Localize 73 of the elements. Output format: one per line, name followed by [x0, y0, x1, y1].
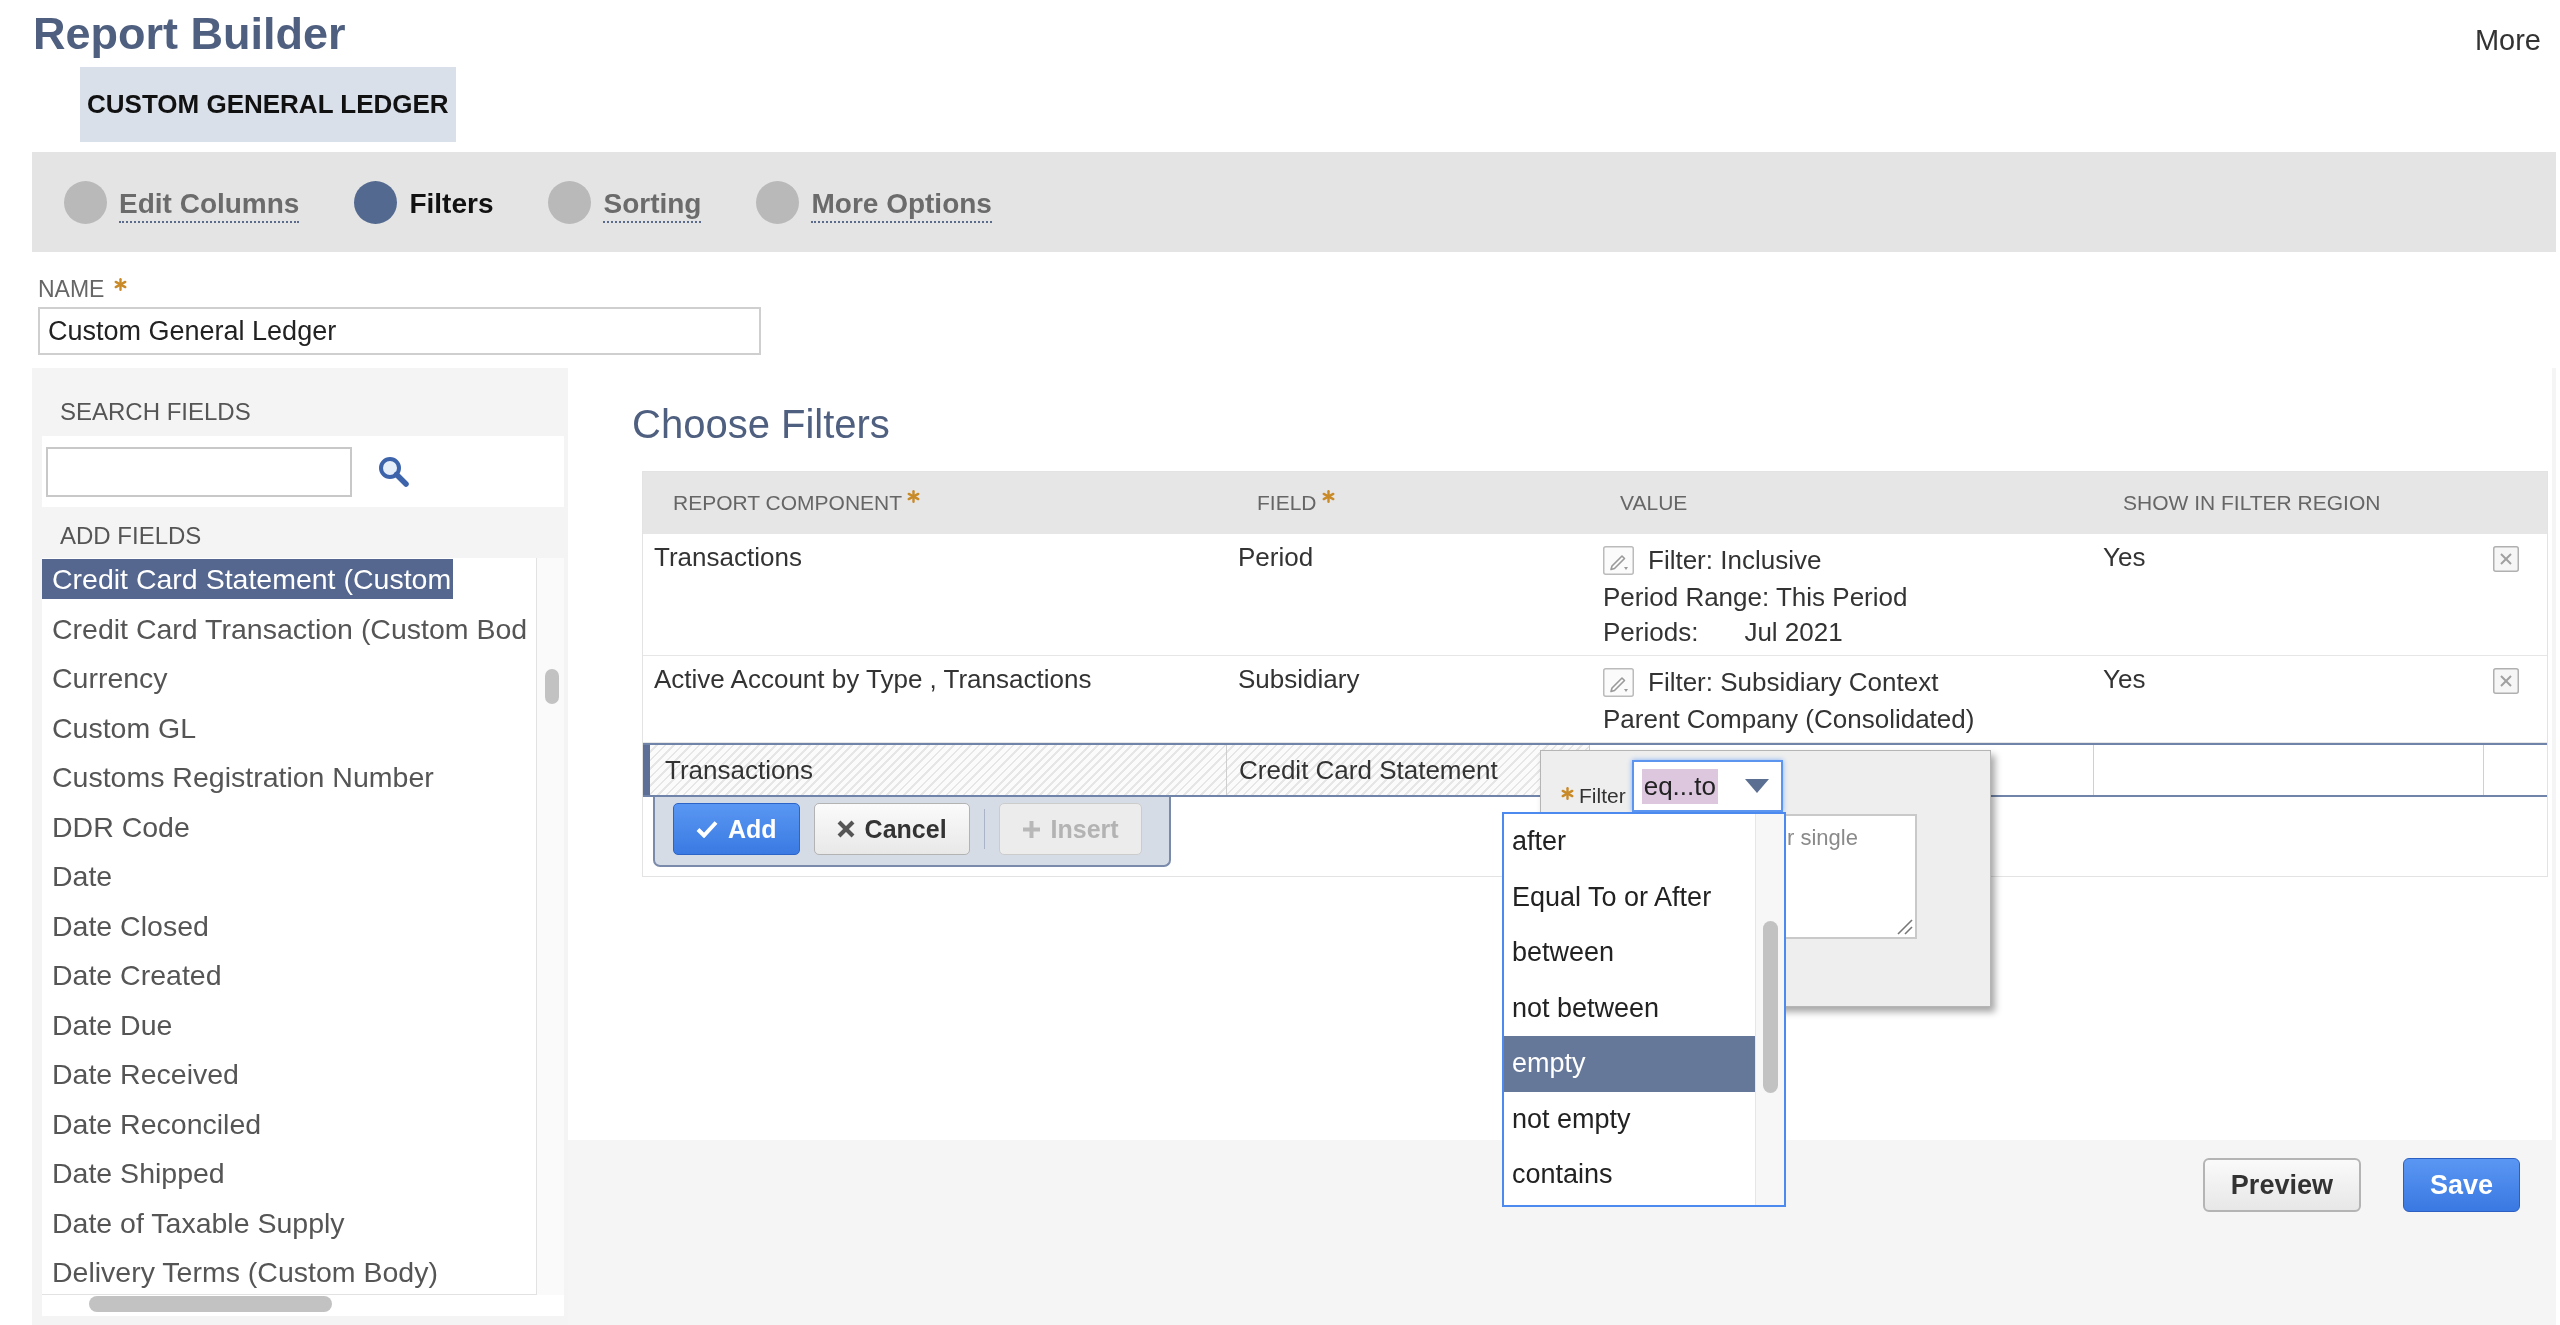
- scrollbar-thumb[interactable]: [89, 1296, 332, 1312]
- filter-value-text: Periods:: [1603, 616, 1699, 649]
- field-list-item[interactable]: DDR Code: [42, 806, 192, 847]
- step-dot-icon: [64, 180, 107, 224]
- field-list-item[interactable]: Date Received: [42, 1054, 241, 1094]
- step-dot-icon: [354, 180, 398, 224]
- cancel-button[interactable]: Cancel: [813, 803, 970, 855]
- dropdown-option[interactable]: not empty: [1504, 1091, 1755, 1147]
- section-label: ADD FIELDS: [59, 521, 202, 551]
- section-title: Choose Filters: [632, 401, 890, 448]
- field-list-item[interactable]: Currency: [42, 658, 170, 698]
- field-list-item[interactable]: Date Due: [42, 1004, 175, 1045]
- field-list-item[interactable]: Date Closed: [42, 905, 211, 946]
- record-name-header: CUSTOM GENERAL LEDGER: [80, 67, 456, 142]
- x-icon: [836, 820, 855, 838]
- dropdown-option[interactable]: Equal To or After: [1504, 869, 1755, 925]
- dropdown-option[interactable]: after: [1504, 814, 1755, 870]
- field-list-item[interactable]: Date Shipped: [42, 1153, 227, 1193]
- step-tab[interactable]: Edit Columns: [64, 180, 300, 224]
- plus-icon: [1021, 819, 1041, 839]
- scrollbar-thumb[interactable]: [545, 669, 560, 704]
- table-cell-text: Active Account by Type , Transactions: [653, 663, 1093, 696]
- name-input[interactable]: Custom General Ledger: [38, 307, 761, 355]
- table-cell-text: Period: [1237, 541, 1315, 574]
- edit-pencil-icon[interactable]: [1603, 667, 1634, 697]
- caret-down-icon: [1744, 779, 1769, 793]
- search-icon[interactable]: [378, 456, 409, 487]
- table-cell-text: Subsidiary: [1237, 663, 1361, 696]
- table-cell-text: Transactions: [653, 541, 803, 574]
- step-tab[interactable]: Filters: [354, 180, 494, 224]
- field-list-item[interactable]: Customs Registration Number: [42, 757, 436, 797]
- field-list-item[interactable]: Date of Taxable Supply: [42, 1202, 347, 1243]
- filter-value-text: Filter: Subsidiary Context: [1648, 665, 1939, 699]
- column-header: SHOW IN FILTER REGION: [2123, 490, 2381, 516]
- table-cell[interactable]: Transactions: [650, 745, 1227, 795]
- delete-icon[interactable]: [2493, 668, 2519, 694]
- scrollbar-thumb[interactable]: [1763, 921, 1778, 1093]
- filter-value-text: Period Range: This Period: [1603, 581, 1908, 614]
- dropdown-option[interactable]: contains: [1504, 1147, 1755, 1203]
- table-cell-text: Yes: [2102, 663, 2147, 696]
- dropdown-option[interactable]: between: [1504, 925, 1755, 981]
- field-label: NAME: [38, 275, 105, 304]
- field-list-item[interactable]: Date Created: [42, 955, 224, 995]
- delete-icon[interactable]: [2493, 546, 2519, 572]
- resize-grip-icon[interactable]: [1897, 919, 1913, 935]
- field-list-item[interactable]: Date Reconciled: [42, 1103, 264, 1144]
- operator-select[interactable]: eq...to: [1631, 760, 1783, 812]
- field-list-item[interactable]: Credit Card Statement (Custom: [42, 559, 454, 599]
- field-list-item[interactable]: Custom GL: [42, 707, 199, 748]
- column-header: REPORT COMPONENT: [673, 490, 903, 516]
- table-cell-text: Yes: [2102, 541, 2147, 574]
- field-list-item[interactable]: Date: [42, 856, 115, 896]
- filter-value-text: Parent Company (Consolidated): [1603, 703, 1975, 736]
- filter-value-text: Filter: Inclusive: [1648, 543, 1822, 577]
- field-list-item[interactable]: Credit Card Transaction (Custom Bod: [42, 608, 530, 649]
- edit-pencil-icon[interactable]: [1603, 545, 1634, 575]
- column-header: FIELD: [1257, 490, 1317, 516]
- section-label: SEARCH FIELDS: [59, 397, 251, 427]
- dropdown-option[interactable]: empty: [1504, 1036, 1755, 1092]
- more-menu-link[interactable]: More: [2474, 20, 2541, 60]
- primary-button[interactable]: Save: [2402, 1158, 2520, 1212]
- add-button[interactable]: Add: [673, 803, 800, 855]
- field-list-item[interactable]: Delivery Terms (Custom Body): [42, 1252, 440, 1292]
- search-input[interactable]: [46, 446, 352, 497]
- check-icon: [696, 820, 718, 838]
- step-tab[interactable]: Sorting: [548, 180, 702, 224]
- column-header: VALUE: [1620, 490, 1688, 516]
- filter-value-text: Jul 2021: [1744, 616, 1843, 649]
- page-title: Report Builder: [33, 8, 346, 60]
- row-edit-marker: [643, 745, 650, 795]
- secondary-button[interactable]: Preview: [2202, 1158, 2361, 1212]
- step-tab[interactable]: More Options: [756, 180, 992, 224]
- dropdown-option[interactable]: not between: [1504, 980, 1755, 1036]
